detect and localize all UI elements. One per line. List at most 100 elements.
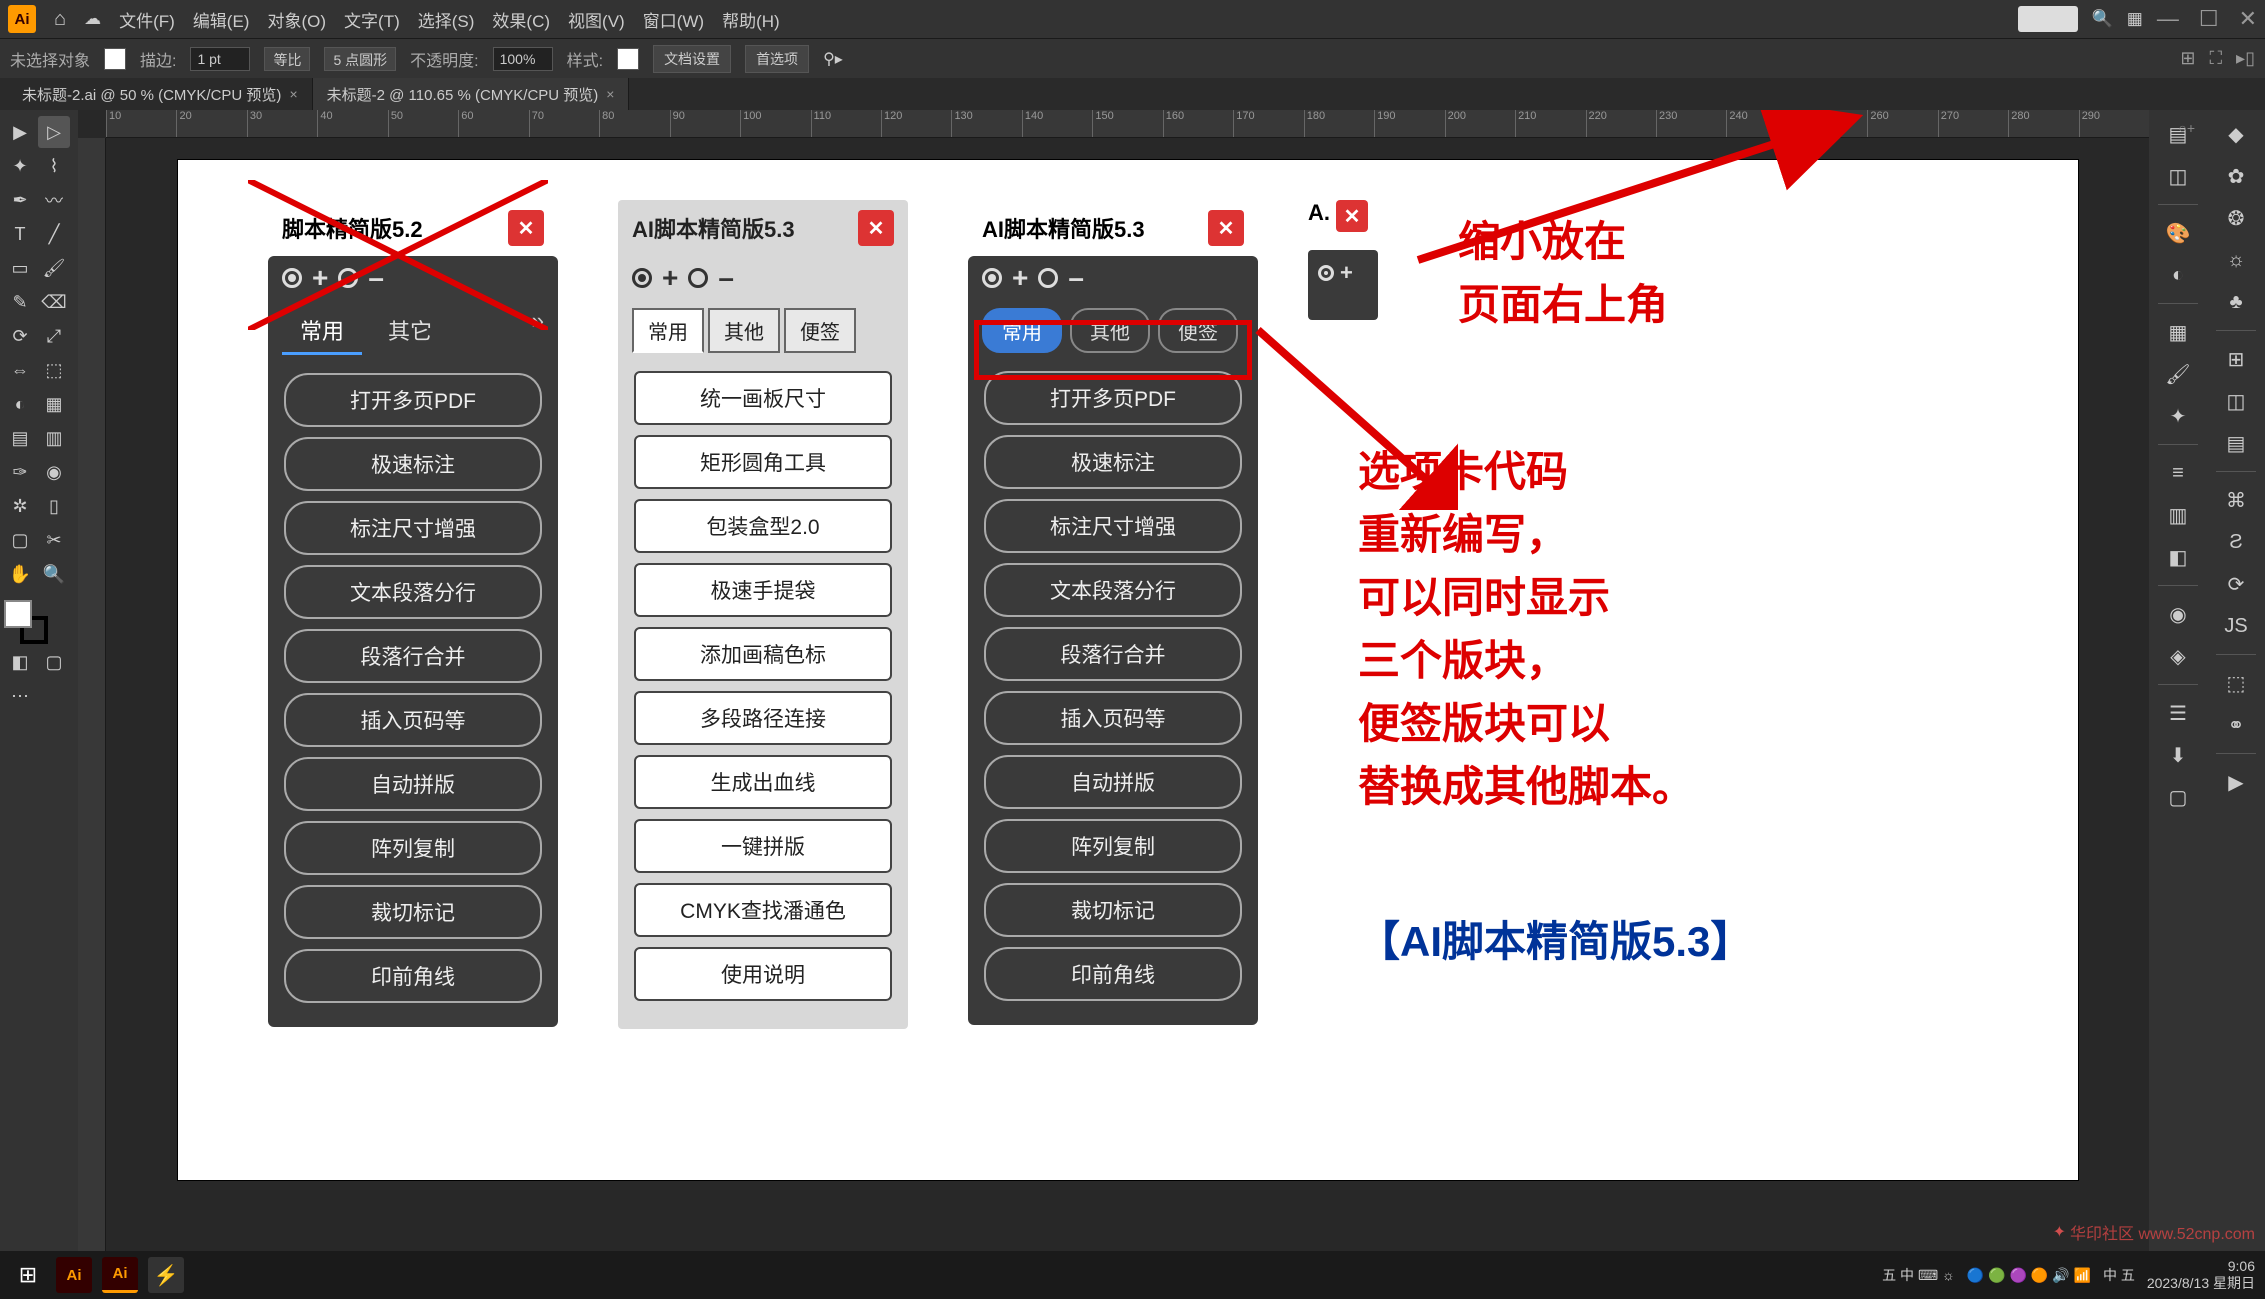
circle-icon[interactable]: ○+ (2178, 120, 2195, 136)
radio-icon[interactable] (688, 268, 708, 288)
width-tool-icon[interactable]: ⇔ (4, 354, 36, 386)
type-tool-icon[interactable]: T (4, 218, 36, 250)
close-icon[interactable]: × (289, 86, 297, 102)
panel-icon[interactable]: Ƨ (2218, 524, 2254, 560)
fill-stroke-swatch[interactable] (4, 600, 48, 644)
asset-export-icon[interactable]: ⬇ (2160, 737, 2196, 773)
panel-icon[interactable]: ♣ (2218, 284, 2254, 320)
minus-icon[interactable]: – (718, 262, 734, 294)
scale-tool-icon[interactable]: ⤢ (38, 320, 70, 352)
script-button[interactable]: 插入页码等 (984, 691, 1242, 745)
menu-effect[interactable]: 效果(C) (492, 7, 550, 32)
color-panel-icon[interactable]: 🎨 (2160, 215, 2196, 251)
taskbar-ai-2[interactable]: Ai (102, 1257, 138, 1293)
shaper-tool-icon[interactable]: ✎ (4, 286, 36, 318)
panel-icon[interactable]: ☼ (2218, 242, 2254, 278)
lasso-tool-icon[interactable]: ⌇ (38, 150, 70, 182)
layers-panel-icon[interactable]: ☰ (2160, 695, 2196, 731)
close-button[interactable]: ✕ (1336, 200, 1368, 232)
script-button[interactable]: 极速标注 (284, 437, 542, 491)
tab-notes[interactable]: 便签 (784, 308, 856, 353)
script-button[interactable]: 自动拼版 (984, 755, 1242, 809)
script-button[interactable]: 裁切标记 (984, 883, 1242, 937)
panel-icon[interactable]: ⟳ (2218, 566, 2254, 602)
panel-icon[interactable]: ⌘ (2218, 482, 2254, 518)
menu-window[interactable]: 窗口(W) (643, 7, 704, 32)
script-button[interactable]: 多段路径连接 (634, 691, 892, 745)
symbol-sprayer-icon[interactable]: ✲ (4, 490, 36, 522)
arrange-icon[interactable]: ▦ (2127, 9, 2143, 29)
mini-panel-body[interactable]: + (1308, 250, 1378, 320)
libraries-panel-icon[interactable]: ◫ (2160, 158, 2196, 194)
panel-menu-icon[interactable]: ▸▯ (2236, 48, 2255, 69)
gradient-tool-icon[interactable]: ▥ (38, 422, 70, 454)
tray-ime2[interactable]: 中 五 (2103, 1265, 2135, 1285)
script-button[interactable]: 打开多页PDF (284, 373, 542, 427)
panel-icon[interactable]: ❂ (2218, 200, 2254, 236)
script-button[interactable]: 一键拼版 (634, 819, 892, 873)
script-button[interactable]: 段落行合并 (284, 629, 542, 683)
menu-help[interactable]: 帮助(H) (722, 7, 780, 32)
tab-common[interactable]: 常用 (282, 308, 362, 355)
perspective-grid-icon[interactable]: ▦ (38, 388, 70, 420)
slice-tool-icon[interactable]: ✂ (38, 524, 70, 556)
tab-common[interactable]: 常用 (632, 308, 704, 353)
plus-icon[interactable]: + (1340, 260, 1353, 286)
doc-tab-1[interactable]: 未标题-2.ai @ 50 % (CMYK/CPU 预览) × (8, 78, 313, 111)
minimize-button[interactable]: — (2157, 6, 2179, 32)
script-button[interactable]: 裁切标记 (284, 885, 542, 939)
script-button[interactable]: 包装盒型2.0 (634, 499, 892, 553)
artboards-panel-icon[interactable]: ▢ (2160, 779, 2196, 815)
canvas-area[interactable]: 1020304050607080901001101201301401501601… (78, 110, 2149, 1251)
script-button[interactable]: 极速手提袋 (634, 563, 892, 617)
selection-tool-icon[interactable]: ▶ (4, 116, 36, 148)
tab-other[interactable]: 其它 (370, 308, 450, 355)
plus-icon[interactable]: + (1012, 262, 1028, 294)
expand-icon[interactable]: ⛶ (2209, 48, 2222, 69)
panel-icon[interactable]: ◆ (2218, 116, 2254, 152)
curvature-tool-icon[interactable]: 〰 (38, 184, 70, 216)
radio-icon[interactable] (982, 268, 1002, 288)
doc-setup-button[interactable]: 文档设置 (653, 45, 731, 73)
taskbar-app-icon[interactable]: ⚡ (148, 1257, 184, 1293)
minus-icon[interactable]: – (368, 262, 384, 294)
script-button[interactable]: 标注尺寸增强 (984, 499, 1242, 553)
panel-icon[interactable]: ▶ (2218, 764, 2254, 800)
fill-swatch[interactable] (104, 48, 126, 70)
graph-tool-icon[interactable]: ▯ (38, 490, 70, 522)
brush-tool-icon[interactable]: 🖌 (38, 252, 70, 284)
line-tool-icon[interactable]: ╱ (38, 218, 70, 250)
script-button[interactable]: 极速标注 (984, 435, 1242, 489)
style-swatch[interactable] (617, 48, 639, 70)
plus-icon[interactable]: + (312, 262, 328, 294)
close-button[interactable]: ✕ (1208, 210, 1244, 246)
script-button[interactable]: 添加画稿色标 (634, 627, 892, 681)
pin-icon[interactable]: ⚲▸ (823, 49, 843, 69)
start-button[interactable]: ⊞ (10, 1257, 46, 1293)
maximize-button[interactable]: ☐ (2199, 6, 2219, 32)
radio-icon[interactable] (632, 268, 652, 288)
prefs-button[interactable]: 首选项 (745, 45, 809, 73)
rotate-tool-icon[interactable]: ⟳ (4, 320, 36, 352)
artboard-tool-icon[interactable]: ▢ (4, 524, 36, 556)
script-button[interactable]: 阵列复制 (984, 819, 1242, 873)
opacity-input[interactable] (493, 47, 553, 71)
panel-icon[interactable]: ⬚ (2218, 665, 2254, 701)
doc-tab-2[interactable]: 未标题-2 @ 110.65 % (CMYK/CPU 预览) × (313, 78, 630, 111)
edit-toolbar-icon[interactable]: ⋯ (4, 680, 36, 712)
tray-icons[interactable]: 🔵 🟢 🟣 🟠 🔊 📶 (1967, 1267, 2091, 1284)
uniform-dropdown[interactable]: 等比 (264, 47, 310, 71)
script-button[interactable]: 文本段落分行 (984, 563, 1242, 617)
close-button[interactable]: ✕ (508, 210, 544, 246)
mesh-tool-icon[interactable]: ▤ (4, 422, 36, 454)
gradient-panel-icon[interactable]: ▥ (2160, 497, 2196, 533)
grid-icon[interactable]: ⊞ (2180, 48, 2195, 69)
magic-wand-icon[interactable]: ✦ (4, 150, 36, 182)
radio-icon[interactable] (338, 268, 358, 288)
transparency-panel-icon[interactable]: ◧ (2160, 539, 2196, 575)
close-icon[interactable]: × (606, 86, 614, 102)
screen-mode-icon[interactable]: ▢ (38, 646, 70, 678)
free-transform-icon[interactable]: ⬚ (38, 354, 70, 386)
hand-tool-icon[interactable]: ✋ (4, 558, 36, 590)
script-button[interactable]: 使用说明 (634, 947, 892, 1001)
